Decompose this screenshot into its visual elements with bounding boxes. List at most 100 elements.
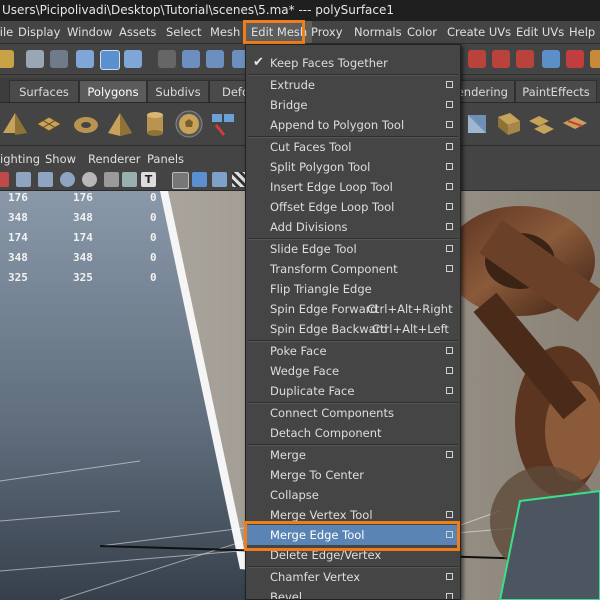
show-hide-channel-box-icon[interactable] bbox=[566, 50, 584, 68]
menu-item-detach-component[interactable]: Detach Component bbox=[246, 423, 460, 443]
show-hide-attribute-editor-icon[interactable] bbox=[542, 50, 560, 68]
lights-icon[interactable] bbox=[122, 172, 137, 187]
menu-window[interactable]: Window bbox=[67, 21, 112, 43]
render-settings-icon[interactable] bbox=[516, 50, 534, 68]
menu-item-merge-to-center[interactable]: Merge To Center bbox=[246, 465, 460, 485]
menu-item-chamfer-vertex[interactable]: Chamfer Vertex bbox=[246, 567, 460, 587]
menu-item-delete-edge-vertex[interactable]: Delete Edge/Vertex bbox=[246, 545, 460, 565]
tab-subdivs[interactable]: Subdivs bbox=[147, 80, 209, 102]
menu-assets[interactable]: Assets bbox=[119, 21, 156, 43]
menu-normals[interactable]: Normals bbox=[354, 21, 402, 43]
isolate-icon[interactable] bbox=[212, 172, 227, 187]
menu-item-poke-face[interactable]: Poke Face bbox=[246, 341, 460, 361]
option-box-icon[interactable] bbox=[446, 81, 453, 88]
menu-item-bridge[interactable]: Bridge bbox=[246, 95, 460, 115]
extrude-icon[interactable] bbox=[526, 109, 556, 139]
menu-item-duplicate-face[interactable]: Duplicate Face bbox=[246, 381, 460, 401]
option-box-icon[interactable] bbox=[446, 245, 453, 252]
menu-item-merge[interactable]: Merge bbox=[246, 445, 460, 465]
lock-selection-icon[interactable] bbox=[158, 50, 176, 68]
render-current-frame-icon[interactable] bbox=[468, 50, 486, 68]
poly-pyramid-icon[interactable] bbox=[105, 109, 135, 139]
menu-item-merge-edge-tool[interactable]: Merge Edge Tool bbox=[246, 525, 460, 545]
open-scene-icon[interactable] bbox=[0, 50, 14, 68]
panel-menu-lighting[interactable]: ighting bbox=[0, 150, 40, 169]
select-by-component-icon[interactable] bbox=[124, 50, 142, 68]
option-box-icon[interactable] bbox=[446, 531, 453, 538]
split-polygon-icon[interactable] bbox=[560, 109, 590, 139]
option-box-icon[interactable] bbox=[446, 387, 453, 394]
panel-menu-show[interactable]: Show bbox=[45, 150, 76, 169]
menu-help[interactable]: Help bbox=[569, 21, 595, 43]
menu-item-extrude[interactable]: Extrude bbox=[246, 75, 460, 95]
menu-file[interactable]: File bbox=[0, 21, 13, 43]
option-box-icon[interactable] bbox=[446, 265, 453, 272]
panel-menu-panels[interactable]: Panels bbox=[147, 150, 184, 169]
menu-item-offset-edge-loop-tool[interactable]: Offset Edge Loop Tool bbox=[246, 197, 460, 217]
option-box-icon[interactable] bbox=[446, 203, 453, 210]
tab-surfaces[interactable]: Surfaces bbox=[9, 80, 79, 102]
option-box-icon[interactable] bbox=[446, 367, 453, 374]
menu-item-keep-faces-together[interactable]: ✔ Keep Faces Together bbox=[246, 53, 460, 73]
menu-select[interactable]: Select bbox=[166, 21, 201, 43]
option-box-icon[interactable] bbox=[446, 121, 453, 128]
snap-grid-icon[interactable] bbox=[182, 50, 200, 68]
menu-item-flip-triangle-edge[interactable]: Flip Triangle Edge bbox=[246, 279, 460, 299]
bevel-icon[interactable] bbox=[494, 109, 524, 139]
menu-mesh[interactable]: Mesh bbox=[210, 21, 240, 43]
combine-icon[interactable] bbox=[208, 109, 238, 139]
option-box-icon[interactable] bbox=[446, 101, 453, 108]
tool-settings-icon[interactable] bbox=[590, 50, 600, 68]
camera-icon[interactable] bbox=[0, 172, 9, 187]
option-box-icon[interactable] bbox=[446, 347, 453, 354]
smooth-shade-icon[interactable] bbox=[60, 172, 75, 187]
ipr-render-icon[interactable] bbox=[492, 50, 510, 68]
menu-item-insert-edge-loop-tool[interactable]: Insert Edge Loop Tool bbox=[246, 177, 460, 197]
flat-shade-icon[interactable] bbox=[82, 172, 97, 187]
xray-icon[interactable] bbox=[192, 172, 207, 187]
option-box-icon[interactable] bbox=[446, 573, 453, 580]
menu-item-bevel[interactable]: Bevel bbox=[246, 587, 460, 599]
menu-item-cut-faces-tool[interactable]: Cut Faces Tool bbox=[246, 137, 460, 157]
menu-item-slide-edge-tool[interactable]: Slide Edge Tool bbox=[246, 239, 460, 259]
textures-toggle-icon[interactable]: T bbox=[141, 172, 156, 187]
option-box-icon[interactable] bbox=[446, 143, 453, 150]
menu-edit-uvs[interactable]: Edit UVs bbox=[516, 21, 564, 43]
menu-item-wedge-face[interactable]: Wedge Face bbox=[246, 361, 460, 381]
snap-curve-icon[interactable] bbox=[206, 50, 224, 68]
menu-proxy[interactable]: Proxy bbox=[311, 21, 343, 43]
wireframe-on-shaded-icon[interactable] bbox=[172, 172, 189, 189]
option-box-icon[interactable] bbox=[446, 511, 453, 518]
menu-create-uvs[interactable]: Create UVs bbox=[447, 21, 511, 43]
option-box-icon[interactable] bbox=[446, 163, 453, 170]
menu-item-transform-component[interactable]: Transform Component bbox=[246, 259, 460, 279]
poly-cone-icon[interactable] bbox=[0, 109, 30, 139]
wireframe-icon[interactable] bbox=[16, 172, 31, 187]
menu-item-merge-vertex-tool[interactable]: Merge Vertex Tool bbox=[246, 505, 460, 525]
tab-painteffects[interactable]: PaintEffects bbox=[515, 80, 597, 102]
option-box-icon[interactable] bbox=[446, 223, 453, 230]
panel-menu-renderer[interactable]: Renderer bbox=[88, 150, 141, 169]
menu-edit-mesh[interactable]: Edit Mesh bbox=[246, 21, 313, 43]
menu-item-connect-components[interactable]: Connect Components bbox=[246, 403, 460, 423]
textured-icon[interactable] bbox=[104, 172, 119, 187]
option-box-icon[interactable] bbox=[446, 451, 453, 458]
menu-item-split-polygon-tool[interactable]: Split Polygon Tool bbox=[246, 157, 460, 177]
poly-soccer-ball-icon[interactable] bbox=[174, 109, 204, 139]
menu-item-append-to-polygon-tool[interactable]: Append to Polygon Tool bbox=[246, 115, 460, 135]
poly-torus-icon[interactable] bbox=[71, 109, 101, 139]
poly-plane-icon[interactable] bbox=[34, 109, 64, 139]
dropdown-arrow-icon[interactable] bbox=[50, 50, 68, 68]
menu-item-collapse[interactable]: Collapse bbox=[246, 485, 460, 505]
option-box-icon[interactable] bbox=[446, 183, 453, 190]
poly-pipe-icon[interactable] bbox=[140, 109, 170, 139]
poly-cube-icon[interactable] bbox=[462, 109, 492, 139]
save-scene-icon[interactable] bbox=[26, 50, 44, 68]
menu-item-add-divisions[interactable]: Add Divisions bbox=[246, 217, 460, 237]
grid-display-icon[interactable] bbox=[38, 172, 53, 187]
option-box-icon[interactable] bbox=[446, 593, 453, 599]
menu-display[interactable]: Display bbox=[18, 21, 60, 43]
tab-polygons[interactable]: Polygons bbox=[79, 80, 147, 102]
select-by-hierarchy-icon[interactable] bbox=[76, 50, 94, 68]
select-by-object-icon[interactable] bbox=[100, 50, 120, 70]
